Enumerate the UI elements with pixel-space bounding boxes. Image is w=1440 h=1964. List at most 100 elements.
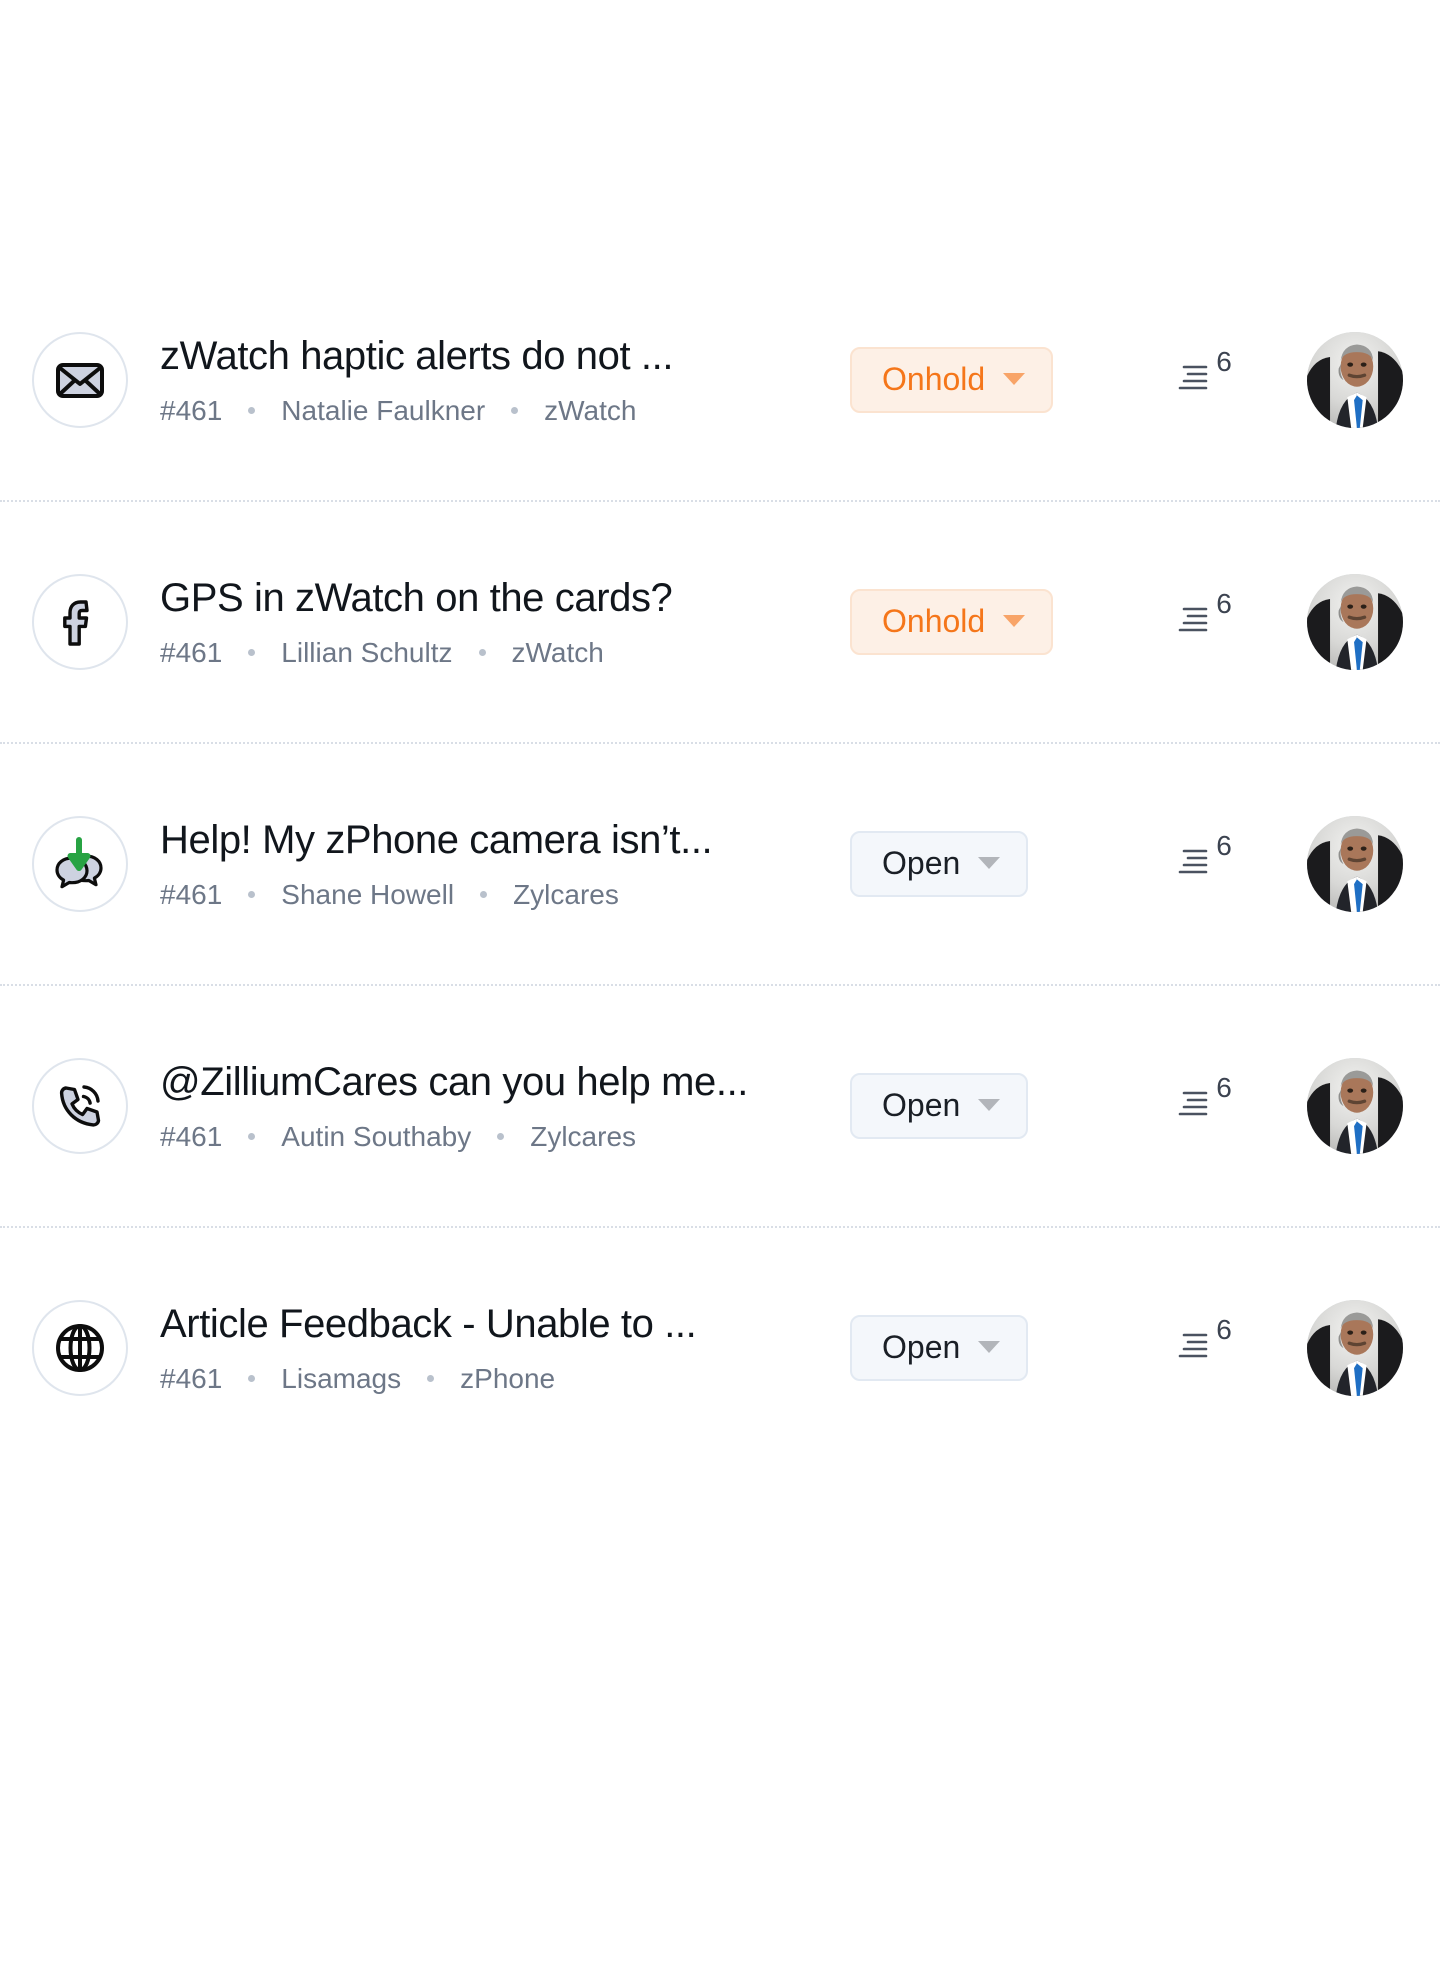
meta-separator-dot [248, 1375, 256, 1383]
avatar[interactable] [1307, 1058, 1403, 1154]
status-badge[interactable]: Open [850, 831, 1029, 897]
assignee-cell[interactable] [1270, 574, 1440, 670]
channel-icon-cell [0, 1058, 160, 1154]
chevron-down-icon[interactable] [1003, 373, 1026, 385]
ticket-requester[interactable]: Shane Howell [281, 879, 454, 911]
ticket-subject[interactable]: Article Feedback - Unable to ... [160, 1301, 826, 1348]
thread-count-cell[interactable]: 6 [1140, 334, 1270, 426]
envelope-icon [32, 332, 128, 428]
ticket-number: #461 [160, 636, 223, 668]
status-badge[interactable]: Open [850, 1315, 1029, 1381]
ticket-subject[interactable]: Help! My zPhone camera isn’t... [160, 817, 826, 864]
meta-separator-dot [248, 1133, 256, 1141]
facebook-icon [32, 574, 128, 670]
meta-separator-dot [497, 1133, 505, 1141]
thread-lines-icon [1178, 604, 1212, 639]
status-cell: Onhold [850, 347, 1140, 413]
assignee-cell[interactable] [1270, 1058, 1440, 1154]
channel-icon-cell [0, 574, 160, 670]
channel-icon-cell [0, 1300, 160, 1396]
status-badge[interactable]: Onhold [850, 347, 1054, 413]
status-label: Onhold [882, 361, 986, 397]
globe-icon [32, 1300, 128, 1396]
status-cell: Onhold [850, 589, 1140, 655]
ticket-row[interactable]: @ZilliumCares can you help me... #461 Auti… [0, 986, 1440, 1226]
thread-count-cell[interactable]: 6 [1140, 818, 1270, 910]
status-label: Open [882, 845, 961, 881]
ticket-product[interactable]: zPhone [460, 1363, 555, 1395]
status-badge[interactable]: Onhold [850, 589, 1054, 655]
chevron-down-icon[interactable] [1003, 615, 1026, 627]
ticket-requester[interactable]: Autin Southaby [281, 1121, 471, 1153]
meta-separator-dot [248, 649, 256, 657]
meta-separator-dot [511, 407, 519, 415]
ticket-product[interactable]: Zylcares [530, 1121, 636, 1153]
ticket-list: zWatch haptic alerts do not ... #461 Natal… [0, 0, 1440, 1468]
assignee-cell[interactable] [1270, 1300, 1440, 1396]
thread-count-cell[interactable]: 6 [1140, 1302, 1270, 1394]
ticket-product[interactable]: zWatch [544, 395, 636, 427]
thread-count-cell[interactable]: 6 [1140, 1060, 1270, 1152]
ticket-subject[interactable]: zWatch haptic alerts do not ... [160, 333, 826, 380]
meta-separator-dot [248, 407, 256, 415]
thread-count: 6 [1216, 1072, 1232, 1103]
status-cell: Open [850, 1073, 1140, 1139]
thread-count: 6 [1216, 830, 1232, 861]
thread-lines-icon [1178, 1330, 1212, 1365]
status-label: Open [882, 1087, 961, 1123]
ticket-subject[interactable]: @ZilliumCares can you help me... [160, 1059, 826, 1106]
thread-lines-icon [1178, 846, 1212, 881]
ticket-requester[interactable]: Lisamags [281, 1363, 401, 1395]
ticket-product[interactable]: zWatch [512, 637, 604, 669]
ticket-meta: #461 Shane Howell Zylcares [160, 879, 826, 911]
ticket-main: @ZilliumCares can you help me... #461 Auti… [160, 1059, 850, 1152]
ticket-number: #461 [160, 1362, 223, 1394]
thread-count: 6 [1216, 346, 1232, 377]
ticket-meta: #461 Natalie Faulkner zWatch [160, 395, 826, 427]
status-badge[interactable]: Open [850, 1073, 1029, 1139]
ticket-main: Help! My zPhone camera isn’t... #461 Shane… [160, 817, 850, 910]
thread-count-cell[interactable]: 6 [1140, 576, 1270, 668]
meta-separator-dot [427, 1375, 435, 1383]
meta-separator-dot [480, 891, 488, 899]
chat-incoming-icon [32, 816, 128, 912]
status-label: Open [882, 1329, 961, 1365]
assignee-cell[interactable] [1270, 816, 1440, 912]
ticket-meta: #461 Lillian Schultz zWatch [160, 637, 826, 669]
thread-count: 6 [1216, 1314, 1232, 1345]
ticket-main: Article Feedback - Unable to ... #461 Lisa… [160, 1301, 850, 1394]
avatar[interactable] [1307, 332, 1403, 428]
ticket-row[interactable]: Help! My zPhone camera isn’t... #461 Shane… [0, 744, 1440, 984]
avatar[interactable] [1307, 574, 1403, 670]
ticket-row[interactable]: GPS in zWatch on the cards? #461 Lillian S… [0, 502, 1440, 742]
channel-icon-cell [0, 816, 160, 912]
chevron-down-icon[interactable] [978, 1099, 1001, 1111]
ticket-number: #461 [160, 394, 223, 426]
channel-icon-cell [0, 332, 160, 428]
ticket-subject[interactable]: GPS in zWatch on the cards? [160, 575, 826, 622]
ticket-main: GPS in zWatch on the cards? #461 Lillian S… [160, 575, 850, 668]
ticket-number: #461 [160, 1120, 223, 1152]
meta-separator-dot [248, 891, 256, 899]
ticket-requester[interactable]: Lillian Schultz [281, 637, 452, 669]
ticket-meta: #461 Lisamags zPhone [160, 1363, 826, 1395]
ticket-product[interactable]: Zylcares [513, 879, 619, 911]
status-cell: Open [850, 831, 1140, 897]
thread-count: 6 [1216, 588, 1232, 619]
assignee-cell[interactable] [1270, 332, 1440, 428]
phone-icon [32, 1058, 128, 1154]
status-cell: Open [850, 1315, 1140, 1381]
avatar[interactable] [1307, 816, 1403, 912]
thread-lines-icon [1178, 1088, 1212, 1123]
ticket-row[interactable]: zWatch haptic alerts do not ... #461 Natal… [0, 260, 1440, 500]
avatar[interactable] [1307, 1300, 1403, 1396]
ticket-requester[interactable]: Natalie Faulkner [281, 395, 485, 427]
ticket-row[interactable]: Article Feedback - Unable to ... #461 Lisa… [0, 1228, 1440, 1468]
status-label: Onhold [882, 603, 986, 639]
ticket-meta: #461 Autin Southaby Zylcares [160, 1121, 826, 1153]
chevron-down-icon[interactable] [978, 857, 1001, 869]
ticket-main: zWatch haptic alerts do not ... #461 Natal… [160, 333, 850, 426]
chevron-down-icon[interactable] [978, 1341, 1001, 1353]
meta-separator-dot [478, 649, 486, 657]
ticket-number: #461 [160, 878, 223, 910]
